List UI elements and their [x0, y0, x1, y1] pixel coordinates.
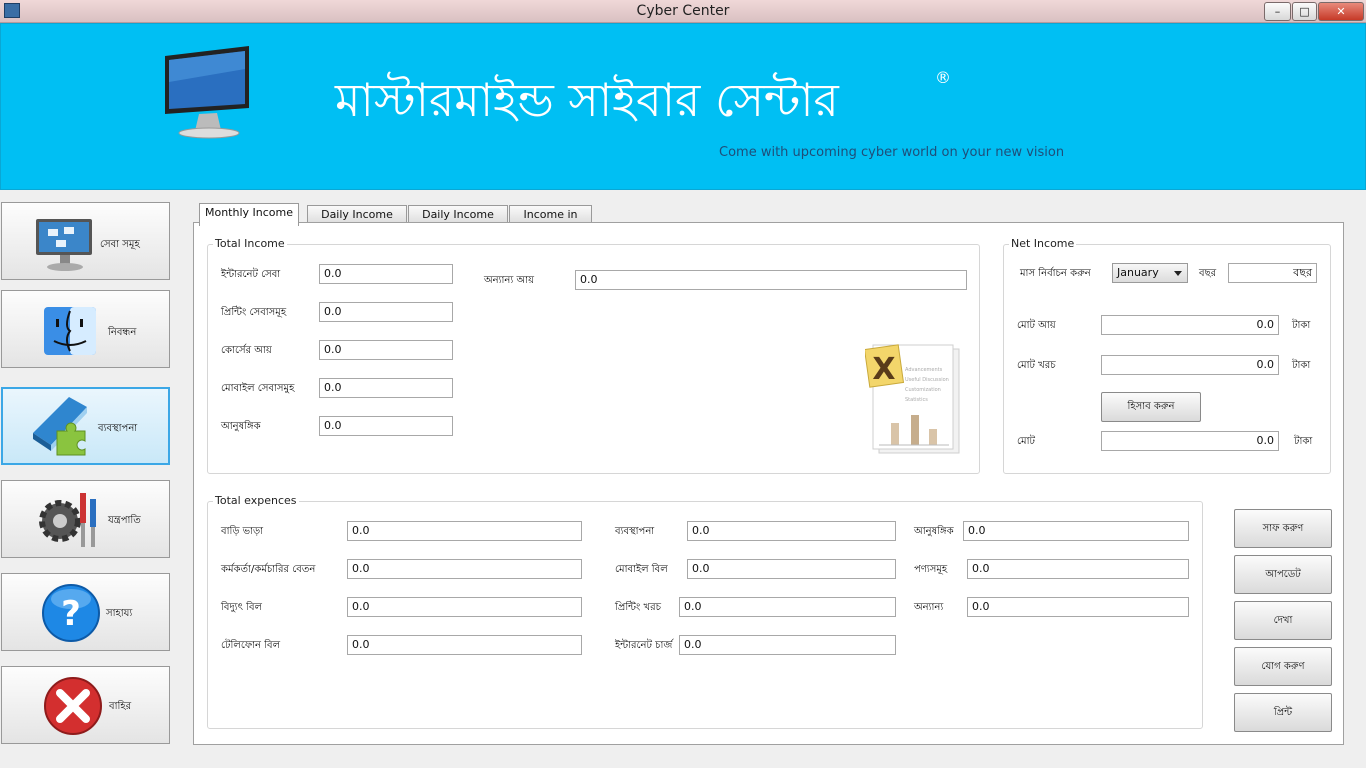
- field-label: প্রিন্টিং খরচ: [615, 602, 662, 613]
- tab-daily-income-chart[interactable]: Daily Income chart: [408, 205, 508, 238]
- sidebar-item-management[interactable]: ব্যবস্থাপনা: [1, 387, 170, 465]
- tools-gear-icon: [39, 493, 96, 547]
- mobile-bill-input[interactable]: 0.0: [687, 559, 896, 579]
- currency-label: টাকা: [1292, 360, 1311, 371]
- internet-charge-input[interactable]: 0.0: [679, 635, 896, 655]
- total-income-label: মোট আয়: [1017, 320, 1056, 331]
- xdoc-line: Useful Discussion: [905, 377, 949, 383]
- currency-label: টাকা: [1294, 436, 1313, 447]
- help-question-icon: ?: [42, 584, 100, 642]
- tab-monthly-income[interactable]: Monthly Income: [199, 203, 299, 226]
- management-expense-input[interactable]: 0.0: [687, 521, 896, 541]
- window-titlebar: Cyber Center – □ ✕: [0, 0, 1366, 23]
- exit-x-icon: [44, 677, 102, 735]
- field-label: অন্যান্য আয়: [484, 275, 535, 286]
- net-total-output[interactable]: 0.0: [1101, 431, 1279, 451]
- minimize-button[interactable]: –: [1264, 2, 1291, 21]
- group-legend: Total expences: [213, 494, 299, 507]
- month-dropdown[interactable]: January: [1112, 263, 1188, 283]
- view-button[interactable]: দেখা: [1234, 601, 1332, 640]
- sidebar-item-services[interactable]: সেবা সমূহ: [1, 202, 170, 280]
- center-name: মাস্টারমাইন্ড সাইবার সেন্টার: [335, 73, 839, 127]
- sidebar-item-help[interactable]: ? সাহায্য: [1, 573, 170, 651]
- field-label: প্রিন্টিং সেবাসমূহ: [221, 307, 287, 318]
- document-chart-icon: X Advancements Useful Discussion Customi…: [865, 344, 960, 454]
- svg-text:?: ?: [61, 594, 81, 634]
- services-monitor-icon: [36, 219, 92, 271]
- sidebar-item-label: বাহির: [109, 701, 132, 712]
- sidebar-item-label: সেবা সমূহ: [100, 239, 140, 250]
- field-label: মোবাইল সেবাসমুহ: [221, 383, 295, 394]
- field-label: ব্যবস্থাপনা: [615, 526, 655, 537]
- total-expense-label: মোট খরচ: [1017, 360, 1056, 371]
- month-select-label: মাস নির্বাচন করুন: [1020, 268, 1091, 279]
- month-dropdown-value: January: [1117, 266, 1159, 279]
- xdoc-line: Customization: [905, 387, 941, 393]
- xdoc-line: Statistics: [905, 397, 928, 403]
- house-rent-input[interactable]: 0.0: [347, 521, 582, 541]
- mobile-service-input[interactable]: 0.0: [319, 378, 453, 398]
- sidebar-item-label: নিবন্ধন: [108, 327, 137, 338]
- other-expense-input[interactable]: 0.0: [967, 597, 1189, 617]
- registered-mark: ®: [935, 68, 951, 87]
- sidebar-item-label: ব্যবস্থাপনা: [98, 423, 138, 434]
- header-banner: মাস্টারমাইন্ড সাইবার সেন্টার ® Come with…: [0, 23, 1366, 190]
- management-puzzle-icon: [33, 397, 87, 456]
- year-input[interactable]: বছর: [1228, 263, 1317, 283]
- miscellaneous-income-input[interactable]: 0.0: [319, 416, 453, 436]
- field-label: অন্যান্য: [914, 602, 944, 613]
- print-button[interactable]: প্রিন্ট: [1234, 693, 1332, 732]
- field-label: টেলিফোন বিল: [221, 640, 281, 651]
- field-label: কর্মকর্তা/কর্মচারির বেতন: [221, 564, 316, 575]
- field-label: পণ্যসমূহ: [914, 564, 948, 575]
- sidebar-item-label: যন্ত্রপাতি: [108, 515, 141, 526]
- total-income-output[interactable]: 0.0: [1101, 315, 1279, 335]
- tab-income-in-table[interactable]: Income in Table: [509, 205, 592, 238]
- chevron-down-icon: [1174, 271, 1182, 276]
- printing-service-input[interactable]: 0.0: [319, 302, 453, 322]
- miscellaneous-expense-input[interactable]: 0.0: [963, 521, 1189, 541]
- window-title: Cyber Center: [636, 3, 730, 19]
- close-button[interactable]: ✕: [1318, 2, 1364, 21]
- sidebar-item-exit[interactable]: বাহির: [1, 666, 170, 744]
- products-input[interactable]: 0.0: [967, 559, 1189, 579]
- field-label: ইন্টারনেট সেবা: [221, 269, 281, 280]
- internet-service-input[interactable]: 0.0: [319, 264, 453, 284]
- computer-monitor-icon: [165, 46, 249, 139]
- net-total-label: মোট: [1017, 436, 1035, 447]
- group-legend: Total Income: [213, 237, 287, 250]
- year-label: বছর: [1199, 268, 1217, 279]
- field-label: বিদ্যুৎ বিল: [221, 602, 262, 613]
- field-label: আনুষঙ্গিক: [914, 526, 954, 537]
- sidebar-item-registration[interactable]: নিবন্ধন: [1, 290, 170, 368]
- other-income-input[interactable]: 0.0: [575, 270, 967, 290]
- telephone-bill-input[interactable]: 0.0: [347, 635, 582, 655]
- calculate-button[interactable]: হিসাব করুন: [1101, 392, 1201, 422]
- field-label: ইন্টারনেট চার্জ: [615, 640, 673, 651]
- maximize-button[interactable]: □: [1292, 2, 1317, 21]
- currency-label: টাকা: [1292, 320, 1311, 331]
- xdoc-line: Advancements: [905, 367, 943, 373]
- clear-button[interactable]: সাফ করুণ: [1234, 509, 1332, 548]
- sidebar-item-tools[interactable]: যন্ত্রপাতি: [1, 480, 170, 558]
- slogan: Come with upcoming cyber world on your n…: [719, 145, 1065, 160]
- field-label: বাড়ি ভাড়া: [221, 526, 264, 537]
- field-label: আনুষঙ্গিক: [221, 421, 261, 432]
- xdoc-letter: X: [872, 352, 895, 387]
- registration-face-icon: [44, 307, 96, 355]
- course-income-input[interactable]: 0.0: [319, 340, 453, 360]
- total-expense-output[interactable]: 0.0: [1101, 355, 1279, 375]
- printing-cost-input[interactable]: 0.0: [679, 597, 896, 617]
- staff-salary-input[interactable]: 0.0: [347, 559, 582, 579]
- group-legend: Net Income: [1009, 237, 1077, 250]
- electricity-bill-input[interactable]: 0.0: [347, 597, 582, 617]
- update-button[interactable]: আপডেট: [1234, 555, 1332, 594]
- add-button[interactable]: যোগ করুণ: [1234, 647, 1332, 686]
- field-label: কোর্সের আয়: [221, 345, 272, 356]
- sidebar-item-label: সাহায্য: [106, 608, 133, 619]
- field-label: মোবাইল বিল: [615, 564, 668, 575]
- tab-daily-income[interactable]: Daily Income: [307, 205, 407, 223]
